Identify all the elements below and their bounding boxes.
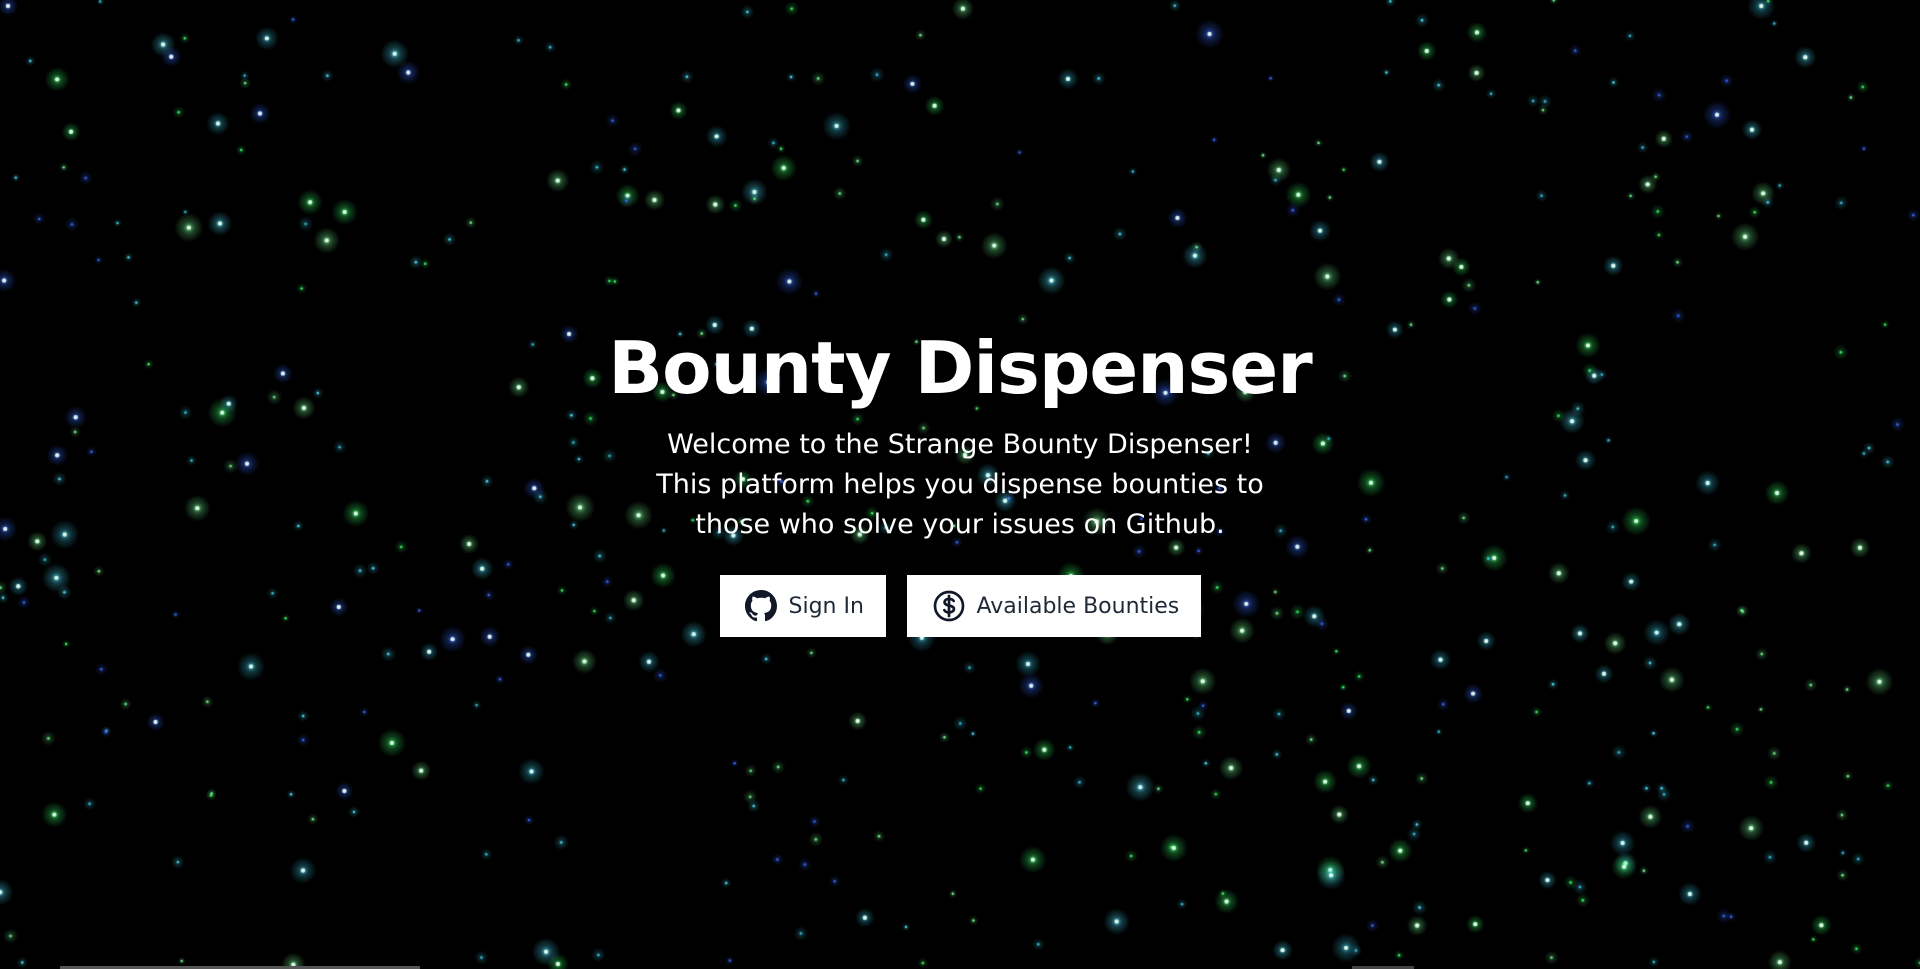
welcome-line-3: those who solve your issues on Github. [695, 509, 1225, 540]
page-title: Bounty Dispenser [608, 326, 1312, 410]
action-buttons: Sign In Available Bounties [0, 575, 1920, 637]
available-bounties-button[interactable]: Available Bounties [906, 575, 1201, 637]
available-bounties-label: Available Bounties [976, 593, 1180, 619]
hero-section: Bounty Dispenser Welcome to the Strange … [0, 0, 1920, 969]
github-icon [744, 590, 777, 622]
welcome-line-2: This platform helps you dispense bountie… [656, 469, 1264, 500]
welcome-text: Welcome to the Strange Bounty Dispenser!… [640, 425, 1280, 545]
dollar-circle-icon [933, 590, 965, 622]
welcome-line-1: Welcome to the Strange Bounty Dispenser! [667, 429, 1253, 460]
sign-in-button[interactable]: Sign In [719, 575, 886, 637]
sign-in-label: Sign In [788, 593, 864, 619]
